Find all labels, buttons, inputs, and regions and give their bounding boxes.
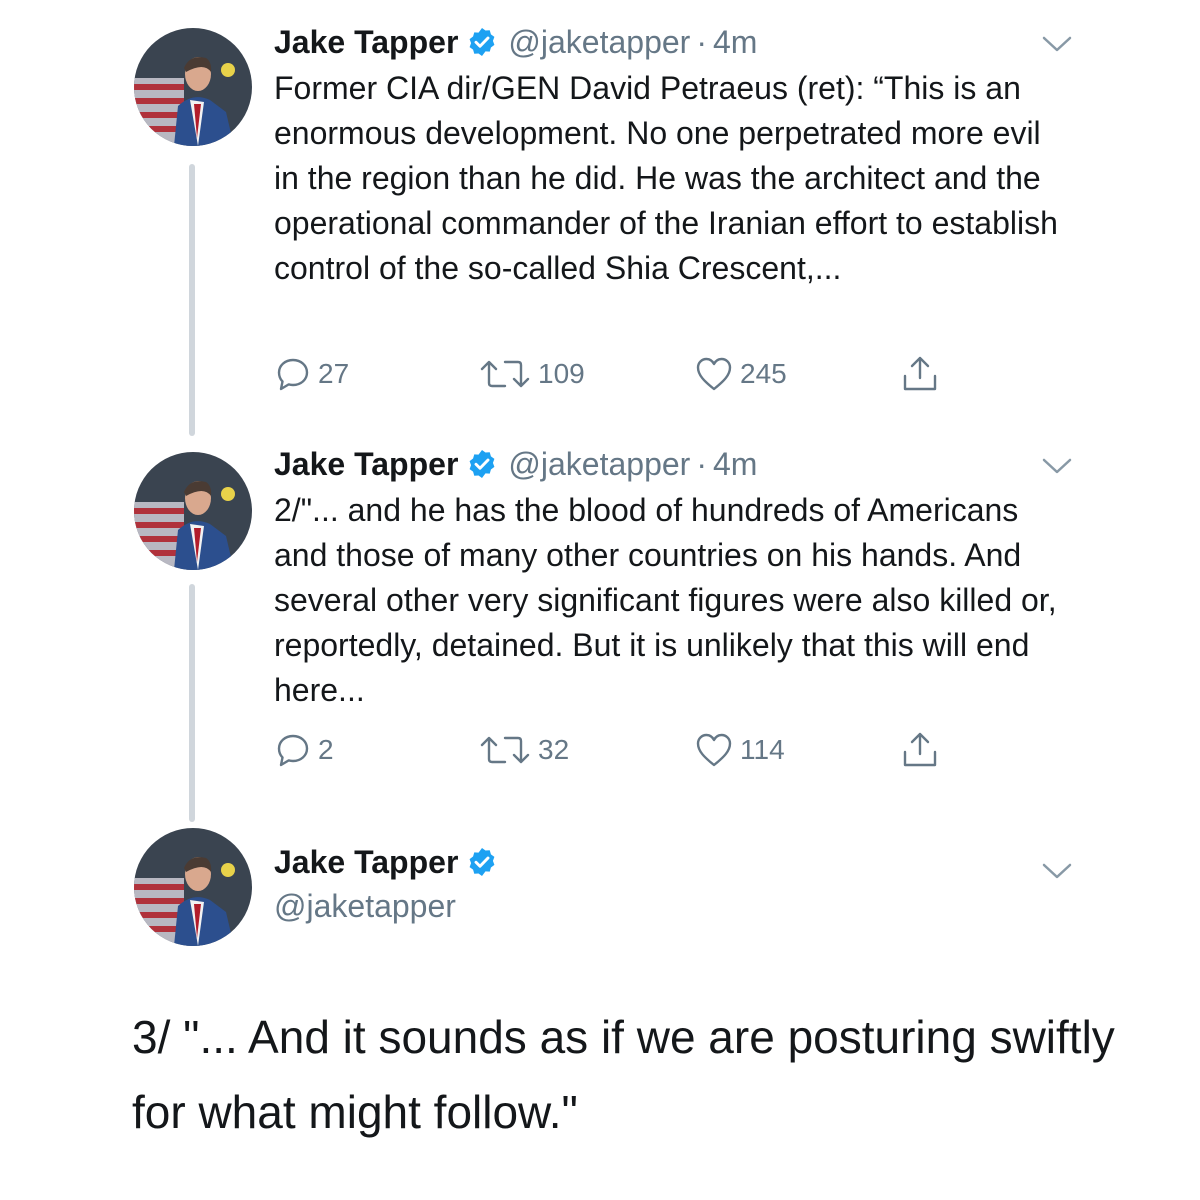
retweet-icon [480, 736, 530, 764]
like-count: 245 [740, 358, 787, 389]
author-handle[interactable]: @jaketapper [508, 20, 690, 64]
author-name[interactable]: Jake Tapper [274, 840, 458, 884]
timestamp[interactable]: 4m [713, 20, 757, 64]
tweet-text: 2/"... and he has the blood of hundreds … [274, 492, 1057, 708]
reply-button[interactable]: 27 [274, 354, 349, 394]
reply-bubble-icon [277, 734, 309, 767]
avatar[interactable] [134, 828, 252, 946]
tweet-header: Jake Tapper @jaketapper · 4m [274, 442, 757, 486]
tweet-header: Jake Tapper @jaketapper · 4m [274, 20, 757, 64]
tweet-actions: 2 32 114 [274, 730, 974, 770]
chevron-down-icon[interactable] [1040, 33, 1074, 55]
retweet-count: 32 [538, 734, 570, 765]
reply-bubble-icon [277, 358, 309, 391]
retweet-button[interactable]: 109 [478, 354, 585, 394]
reply-count: 27 [318, 358, 350, 389]
like-count: 114 [740, 734, 785, 765]
tweet-text: Former CIA dir/GEN David Petraeus (ret):… [274, 70, 1058, 286]
share-upload-icon [903, 356, 937, 391]
verified-badge-icon [466, 26, 498, 58]
avatar[interactable] [134, 28, 252, 146]
thread-connector-line [189, 164, 195, 436]
tweet-text: 3/ "... And it sounds as if we are postu… [132, 1011, 1115, 1138]
author-name[interactable]: Jake Tapper [274, 20, 458, 64]
heart-icon [696, 357, 732, 391]
verified-badge-icon [466, 846, 498, 878]
meta-separator: · [696, 446, 707, 482]
like-button[interactable]: 245 [694, 354, 787, 394]
share-button[interactable] [900, 730, 940, 770]
retweet-button[interactable]: 32 [478, 730, 569, 770]
share-upload-icon [903, 732, 937, 767]
tweet-actions: 27 109 245 [274, 354, 974, 394]
heart-icon [696, 733, 732, 767]
like-button[interactable]: 114 [694, 730, 785, 770]
meta-separator: · [696, 24, 707, 60]
chevron-down-icon[interactable] [1040, 455, 1074, 477]
tweet-header: Jake Tapper [274, 840, 508, 884]
share-button[interactable] [900, 354, 940, 394]
retweet-icon [480, 360, 530, 388]
avatar[interactable] [134, 452, 252, 570]
chevron-down-icon[interactable] [1040, 860, 1074, 882]
thread-connector-line [189, 584, 195, 822]
reply-button[interactable]: 2 [274, 730, 334, 770]
reply-count: 2 [318, 734, 334, 765]
retweet-count: 109 [538, 358, 585, 389]
timestamp[interactable]: 4m [713, 442, 757, 486]
author-name[interactable]: Jake Tapper [274, 442, 458, 486]
author-handle[interactable]: @jaketapper [508, 442, 690, 486]
author-handle[interactable]: @jaketapper [274, 884, 456, 928]
verified-badge-icon [466, 448, 498, 480]
